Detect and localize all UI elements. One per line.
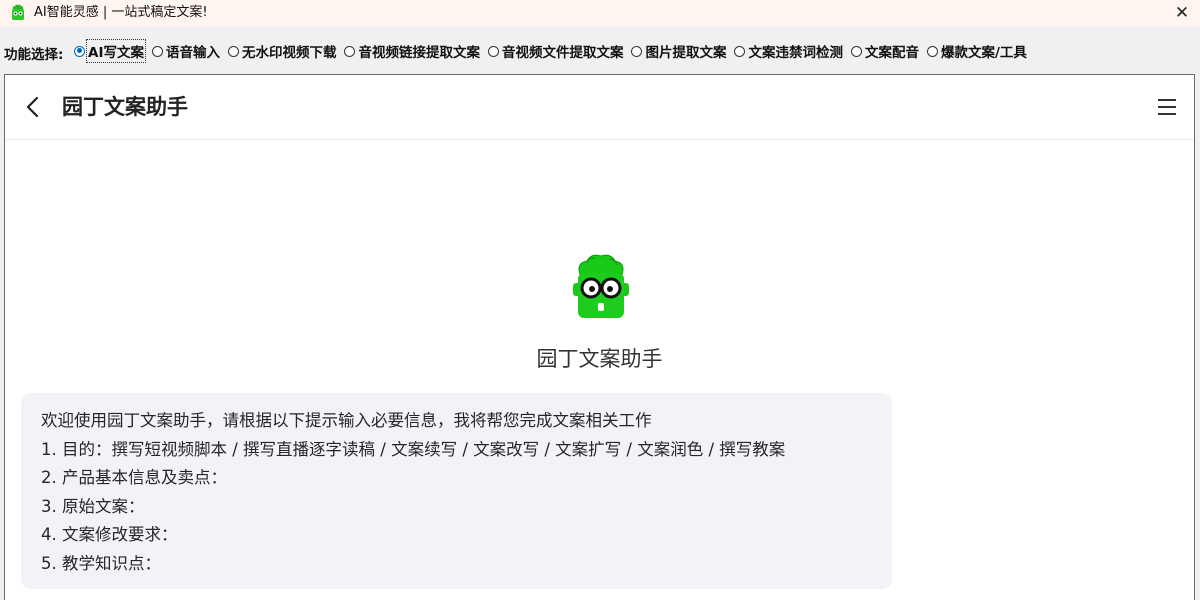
radio-file-extract-text[interactable]: 音视频文件提取文案 [487, 41, 624, 61]
radio-label: 爆款文案/工具 [940, 45, 1027, 61]
window-title: AI智能灵感 | 一站式稿定文案! [34, 5, 208, 20]
radio-label: 语音输入 [165, 45, 220, 61]
radio-label: 文案配音 [864, 45, 919, 61]
welcome-line: 5. 教学知识点： [41, 553, 161, 573]
radio-indicator[interactable] [734, 45, 746, 57]
app-logo-icon [12, 4, 24, 20]
radio-indicator[interactable] [850, 45, 862, 57]
welcome-line: 2. 产品基本信息及卖点： [41, 468, 227, 487]
window-titlebar: AI智能灵感 | 一站式稿定文案! ✕ [0, 0, 1200, 26]
radio-indicator[interactable] [631, 45, 643, 57]
radio-text-dubbing[interactable]: 文案配音 [850, 41, 919, 61]
chat-webview: 园丁文案助手 园丁文案助手 欢迎使用园丁文案助手，请根据以下提示输入必要信息，我… [4, 74, 1195, 600]
chevron-left-icon[interactable] [21, 95, 45, 119]
welcome-line: 4. 文案修改要求： [41, 525, 178, 544]
bot-avatar-icon [573, 254, 629, 318]
radio-indicator[interactable] [227, 45, 239, 57]
radio-link-extract-text[interactable]: 音视频链接提取文案 [344, 41, 480, 61]
radio-indicator[interactable] [74, 45, 85, 57]
welcome-line: 1. 目的：撰写短视频脚本 / 撰写直播逐字读稿 / 文案续写 / 文案改写 /… [41, 439, 786, 459]
radio-banned-word-check[interactable]: 文案违禁词检测 [734, 41, 843, 61]
radio-indicator[interactable] [151, 45, 163, 57]
function-label: 功能选择: [4, 47, 64, 63]
radio-label: 文案违禁词检测 [748, 45, 843, 61]
welcome-message-card: 欢迎使用园丁文案助手，请根据以下提示输入必要信息，我将帮您完成文案相关工作 1.… [21, 393, 892, 589]
radio-voice-input[interactable]: 语音输入 [151, 41, 220, 61]
hamburger-menu-icon[interactable] [1156, 97, 1178, 117]
radio-label: 音视频链接提取文案 [358, 45, 480, 61]
radio-ai-copywriting[interactable]: AI写文案 [74, 39, 146, 63]
radio-label: 音视频文件提取文案 [501, 45, 624, 61]
welcome-line: 3. 原始文案： [41, 496, 145, 516]
radio-indicator[interactable] [487, 45, 499, 57]
radio-viral-copy-tools[interactable]: 爆款文案/工具 [926, 41, 1027, 61]
radio-image-extract-text[interactable]: 图片提取文案 [631, 41, 726, 61]
radio-label: 图片提取文案 [645, 45, 727, 61]
chat-header: 园丁文案助手 [5, 75, 1194, 140]
radio-label: AI写文案 [86, 39, 146, 63]
chat-header-title: 园丁文案助手 [62, 95, 188, 119]
bot-name: 园丁文案助手 [536, 347, 663, 371]
welcome-line: 欢迎使用园丁文案助手，请根据以下提示输入必要信息，我将帮您完成文案相关工作 [41, 411, 652, 430]
close-window-button[interactable]: ✕ [1172, 0, 1192, 26]
radio-watermark-free-download[interactable]: 无水印视频下载 [227, 41, 337, 61]
function-bar: 功能选择: AI写文案 语音输入 无水印视频下载 音视频链接提取文案 音视频文件… [0, 26, 1200, 74]
radio-indicator[interactable] [344, 45, 356, 57]
radio-label: 无水印视频下载 [241, 45, 337, 61]
radio-indicator[interactable] [926, 45, 938, 57]
function-radio-group: AI写文案 语音输入 无水印视频下载 音视频链接提取文案 音视频文件提取文案 图… [74, 39, 1027, 63]
